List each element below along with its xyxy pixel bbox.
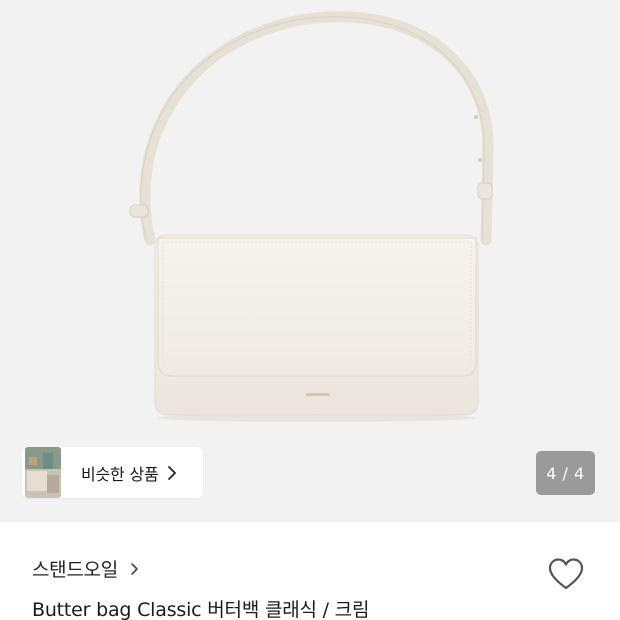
similar-products-button[interactable]: 비슷한 상품 [22,447,203,498]
brand-link[interactable]: 스탠드오일 [32,555,139,582]
brand-name: 스탠드오일 [32,559,118,581]
chevron-right-icon [131,562,138,575]
heart-outline-icon [548,558,584,590]
product-image-gallery[interactable]: 비슷한 상품 4 / 4 [0,0,620,522]
product-image[interactable] [0,0,620,522]
wishlist-button[interactable] [545,555,587,593]
chevron-right-icon [167,465,176,480]
image-page-counter: 4 / 4 [536,451,595,495]
similar-products-label: 비슷한 상품 [81,464,159,484]
similar-products-thumbnail [25,447,61,498]
page-counter-text: 4 / 4 [546,463,585,483]
product-title: Butter bag Classic 버터백 클래식 / 크림 [32,599,370,620]
product-info: 스탠드오일 Butter bag Classic 버터백 클래식 / 크림 [0,522,620,620]
